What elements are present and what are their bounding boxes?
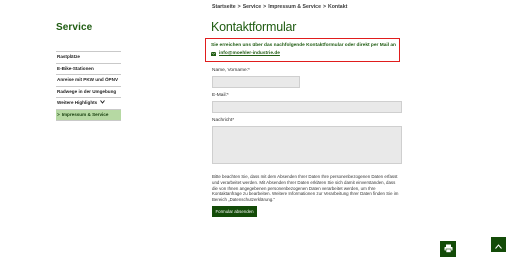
email-label: E-Mail:*: [212, 93, 229, 98]
sidebar-item-ebike-stationen[interactable]: E-Bike-Stationen: [56, 64, 121, 75]
breadcrumb-separator: >: [263, 4, 267, 10]
email-link[interactable]: info@moehler-industrie.de: [219, 51, 280, 57]
breadcrumb-item-impressum[interactable]: Impressum & Service: [268, 4, 321, 10]
sidebar: Service Rastplätze E-Bike-Stationen Anre…: [56, 22, 121, 121]
arrow-up-icon: [495, 236, 502, 254]
sidebar-item-weitere-highlights[interactable]: Weitere Highlights: [56, 98, 121, 110]
sidebar-nav: Rastplätze E-Bike-Stationen Anreise mit …: [56, 51, 121, 121]
message-field[interactable]: [212, 126, 402, 164]
privacy-notice: Bitte beachten Sie, dass mit dem Absende…: [212, 174, 399, 202]
notice-text: Sie erreichen uns über das nachfolgende …: [211, 43, 396, 48]
breadcrumb-item-home[interactable]: Startseite: [212, 4, 236, 10]
sidebar-item-label: Anreise mit PKW und ÖPNV: [57, 77, 119, 82]
sidebar-item-label: Weitere Highlights: [57, 100, 98, 105]
breadcrumb: Startseite > Service > Impressum & Service > K…: [212, 4, 347, 10]
sidebar-item-label: Impressum & Service: [61, 111, 109, 117]
sidebar-item-label: Rastplätze: [57, 54, 80, 59]
sidebar-item-anreise[interactable]: Anreise mit PKW und ÖPNV: [56, 75, 121, 87]
name-label: Name, Vorname:*: [212, 68, 250, 73]
main-content: Kontaktformular: [211, 20, 403, 35]
email-field[interactable]: [212, 101, 402, 113]
contact-notice: Sie erreichen uns über das nachfolgende …: [205, 38, 400, 62]
sidebar-item-prefix: >: [57, 111, 60, 117]
chevron-down-icon[interactable]: [100, 98, 106, 109]
page-title: Kontaktformular: [211, 20, 297, 34]
sidebar-item-radwege[interactable]: Radwege in der Umgebung: [56, 87, 121, 98]
mail-icon: [211, 52, 216, 56]
print-button[interactable]: [440, 241, 456, 257]
sidebar-item-label: Radwege in der Umgebung: [57, 88, 117, 94]
sidebar-item-rastplaetze[interactable]: Rastplätze: [56, 52, 121, 64]
breadcrumb-separator: >: [322, 4, 326, 10]
sidebar-title: Service: [56, 22, 93, 33]
print-icon: [444, 240, 453, 258]
breadcrumb-item-service[interactable]: Service: [243, 4, 261, 10]
name-field[interactable]: [212, 76, 300, 88]
submit-button[interactable]: Formular absenden: [212, 206, 257, 217]
breadcrumb-separator: >: [237, 4, 241, 10]
notice-mail-row: info@moehler-industrie.de: [211, 51, 399, 57]
back-to-top-button[interactable]: [491, 237, 506, 252]
sidebar-item-label: E-Bike-Stationen: [57, 65, 94, 71]
breadcrumb-item-kontakt: Kontakt: [328, 4, 348, 10]
sidebar-item-impressum-service[interactable]: > Impressum & Service: [56, 109, 121, 121]
message-label: Nachricht*: [212, 118, 235, 123]
